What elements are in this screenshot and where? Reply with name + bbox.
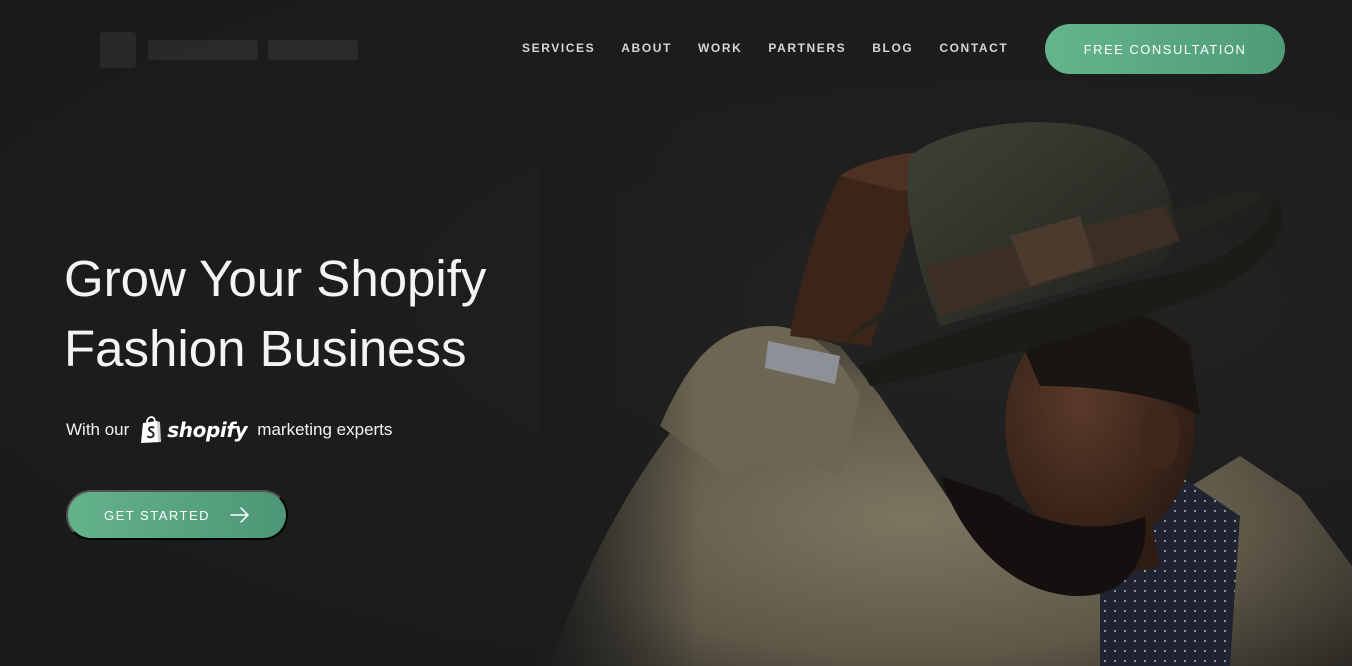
hero-subline: With our shopify marketing experts xyxy=(66,412,392,448)
site-logo[interactable] xyxy=(100,22,420,78)
shopify-bag-icon xyxy=(141,416,162,443)
subline-suffix: marketing experts xyxy=(257,420,393,439)
free-consultation-button[interactable]: FREE CONSULTATION xyxy=(1045,24,1285,74)
nav-about[interactable]: ABOUT xyxy=(608,0,685,96)
nav-work[interactable]: WORK xyxy=(685,0,755,96)
main-nav: SERVICES ABOUT WORK PARTNERS BLOG CONTAC… xyxy=(510,0,1021,96)
nav-services[interactable]: SERVICES xyxy=(510,0,608,96)
arrow-right-icon xyxy=(230,507,250,523)
get-started-label: GET STARTED xyxy=(103,507,211,523)
hero-title: Grow Your Shopify Fashion Business xyxy=(64,244,584,384)
shopify-wordmark: shopify xyxy=(167,418,248,442)
hero-title-line-1: Grow Your Shopify xyxy=(64,250,487,307)
nav-blog[interactable]: BLOG xyxy=(859,0,926,96)
page: SERVICES ABOUT WORK PARTNERS BLOG CONTAC… xyxy=(0,0,1352,666)
get-started-button[interactable]: GET STARTED xyxy=(66,490,288,540)
subline-prefix: With our xyxy=(66,420,130,439)
nav-contact[interactable]: CONTACT xyxy=(926,0,1021,96)
hero-title-line-2: Fashion Business xyxy=(64,320,467,377)
nav-partners[interactable]: PARTNERS xyxy=(755,0,859,96)
hero-photo xyxy=(540,96,1352,666)
shopify-logo: shopify xyxy=(139,416,248,444)
